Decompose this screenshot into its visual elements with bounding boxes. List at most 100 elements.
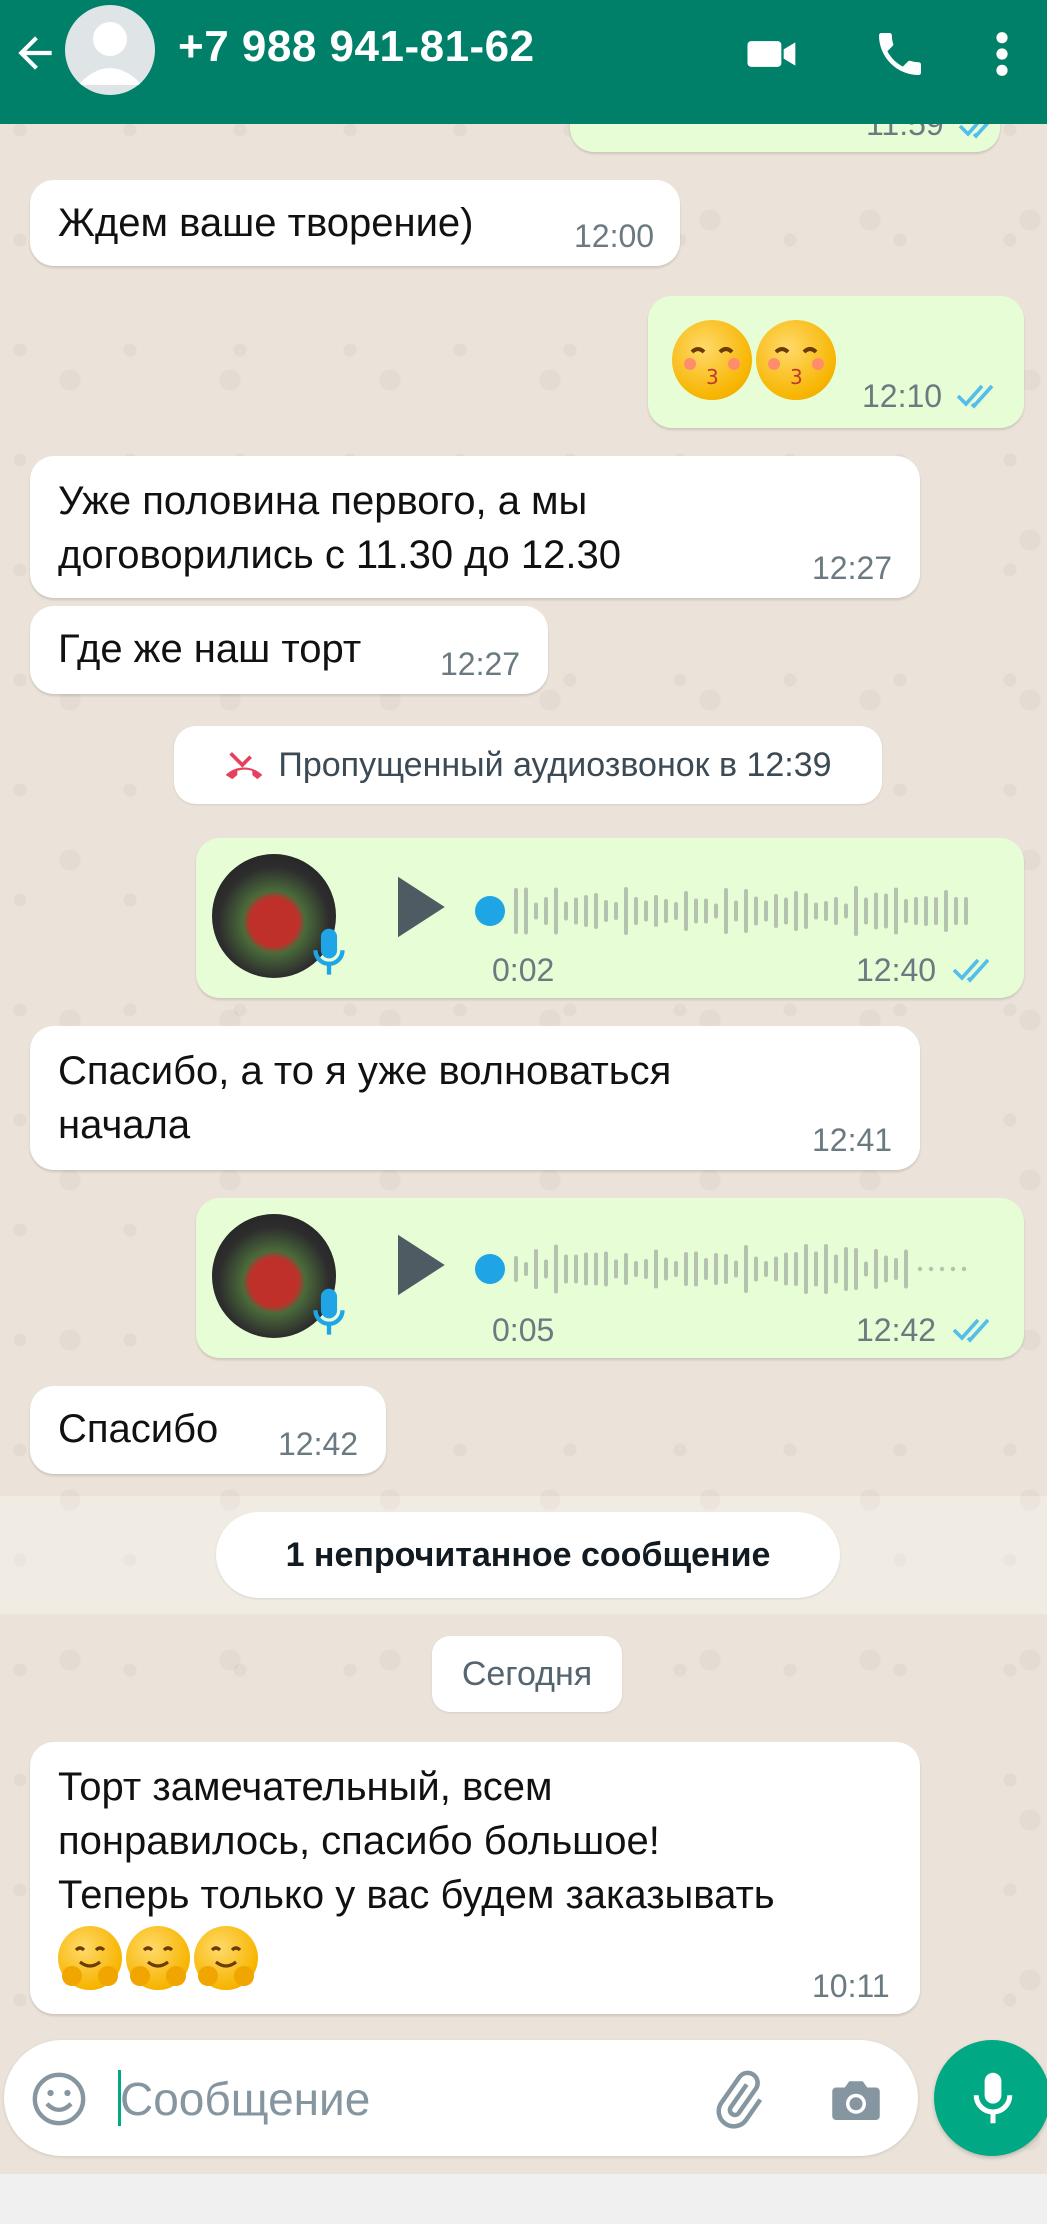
message-bubble-incoming[interactable]: Спасибо 12:42 [30,1386,386,1474]
voice-duration: 0:02 [492,952,555,988]
waveform-bar [884,1255,888,1283]
waveform-bar [924,896,928,926]
waveform-bar [904,1249,908,1289]
svg-text:3: 3 [790,365,803,389]
waveform-bar [844,1247,848,1291]
waveform-bar [674,902,678,920]
default-avatar-icon [78,22,142,85]
message-bubble-incoming[interactable]: Торт замечательный, всем понравилось, сп… [30,1742,920,2014]
waveform-bar [654,895,658,927]
waveform-bar [954,897,958,925]
mic-badge-icon [313,1288,345,1335]
waveform-bar [744,889,748,933]
message-time: 12:41 [812,1122,893,1158]
waveform-bar [834,897,838,925]
video-call-icon[interactable] [744,26,800,82]
waveform-bar [604,900,608,922]
waveform-bar [694,898,698,924]
kissing-face-icon: 3 [756,320,836,400]
phone-icon[interactable] [872,26,928,82]
voice-waveform[interactable] [474,876,984,946]
contact-name[interactable]: +7 988 941-81-62 [178,22,535,72]
waveform-dot [939,1266,945,1272]
voice-message-bubble[interactable]: 0:02 12:40 [196,838,1024,998]
waveform-bar [734,900,738,922]
waveform-bar [804,893,808,929]
emoji-icon[interactable] [30,2070,88,2128]
waveform-bar [814,902,818,920]
back-arrow-icon[interactable] [10,28,60,78]
message-time: 12:10 [862,378,943,414]
message-text: Спасибо [58,1407,219,1451]
waveform-bar [554,1244,558,1294]
waveform-dot [961,1266,967,1272]
waveform-bar [914,897,918,925]
play-icon[interactable] [392,874,448,940]
waveform-bar [724,888,728,934]
waveform-bar [784,897,788,925]
waveform-bar [674,1261,678,1277]
waveform-dot [917,1266,923,1272]
message-input[interactable]: Сообщение [120,2072,370,2126]
waveform-bar [724,1254,728,1284]
waveform-bar [894,1258,898,1280]
waveform-bar [964,897,968,925]
waveform-bar [754,1256,758,1282]
message-text: Спасибо, а то я уже волноваться начала [58,1049,672,1147]
waveform-bar [814,1251,818,1287]
message-composer[interactable]: Сообщение [4,2040,918,2156]
waveform-bar [604,1251,608,1287]
waveform-bar [764,900,768,922]
more-vert-icon[interactable] [982,26,1022,82]
waveform-bar [764,1261,768,1277]
waveform-bar [874,892,878,930]
waveform-bar [514,888,518,934]
waveform-bar [574,1254,578,1284]
hugging-face-icon [58,1926,122,1990]
waveform-bar [644,900,648,922]
message-bubble-outgoing[interactable]: 3 3 12:10 [648,296,1024,428]
waveform-bar [704,1258,708,1280]
contact-avatar[interactable] [65,5,155,95]
message-time: 12:00 [574,218,655,254]
message-time: 12:27 [812,550,893,586]
voice-message-bubble[interactable]: 0:05 12:42 [196,1198,1024,1358]
message-text: Где же наш торт [58,627,362,671]
waveform-bar [824,901,828,921]
waveform-bar [804,1244,808,1294]
voice-waveform[interactable] [474,1234,984,1304]
missed-call-notice[interactable]: Пропущенный аудиозвонок в 12:39 [174,726,882,804]
message-time: 12:42 [856,1312,937,1348]
attach-icon[interactable] [708,2070,768,2130]
message-bubble-incoming[interactable]: Где же наш торт 12:27 [30,606,548,694]
waveform-bar [714,1253,718,1285]
message-bubble-incoming[interactable]: Ждем ваше творение) 12:00 [30,180,680,266]
message-time: 12:40 [856,952,937,988]
waveform-bar [614,1259,618,1279]
message-time: 10:11 [812,1968,890,2004]
camera-icon[interactable] [826,2070,886,2130]
waveform-bar [754,896,758,926]
unread-count-label: 1 непрочитанное сообщение [216,1512,840,1598]
system-navigation-bar [0,2174,1047,2224]
message-time: 12:42 [278,1426,359,1462]
date-separator: Сегодня [432,1636,622,1712]
message-bubble-incoming[interactable]: Спасибо, а то я уже волноваться начала 1… [30,1026,920,1170]
waveform-bar [794,1252,798,1286]
waveform-bar [774,894,778,928]
waveform-bar [864,1261,868,1277]
record-voice-button[interactable] [934,2040,1047,2156]
missed-call-text: Пропущенный аудиозвонок в 12:39 [278,745,832,784]
waveform-bar [544,897,548,925]
waveform-bar [634,897,638,925]
play-icon[interactable] [392,1232,448,1298]
message-bubble-incoming[interactable]: Уже половина первого, а мы договорились … [30,456,920,598]
waveform-bar [744,1245,748,1293]
waveform-bar [614,902,618,920]
waveform-bar [704,898,708,924]
waveform-bar [624,887,628,935]
waveform-bar [584,1252,588,1286]
message-text: Торт замечательный, всем понравилось, сп… [58,1765,775,1917]
kissing-face-icon: 3 [672,320,752,400]
mic-icon [973,2072,1013,2124]
